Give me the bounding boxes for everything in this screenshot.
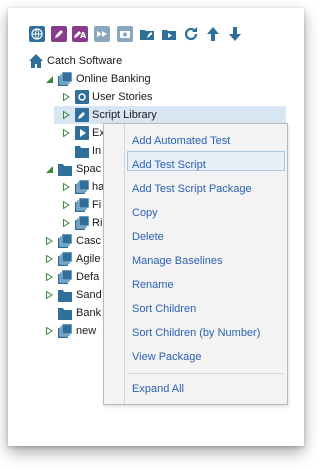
play-package-icon <box>74 125 90 141</box>
project-stack-icon <box>57 251 73 267</box>
project-stack-icon <box>57 269 73 285</box>
menu-item-copy[interactable]: Copy <box>132 203 158 223</box>
tree-node-label: Script Library <box>92 109 157 121</box>
menu-item-add-test-script[interactable]: Add Test Script <box>132 155 206 175</box>
context-menu: Add Automated Test Add Test Script Add T… <box>103 123 288 405</box>
folder-icon <box>57 287 73 303</box>
menu-item-add-automated-test[interactable]: Add Automated Test <box>132 131 230 151</box>
project-stack-icon <box>57 323 73 339</box>
project-stack-icon <box>74 215 90 231</box>
camera-package-icon <box>74 89 90 105</box>
menu-gutter <box>124 124 125 404</box>
menu-item-delete[interactable]: Delete <box>132 227 164 247</box>
project-stack-icon <box>57 71 73 87</box>
tree-node-label: Bank <box>76 307 102 319</box>
folder-icon <box>74 143 90 159</box>
tree-node-label: In <box>92 145 102 157</box>
home-icon <box>28 53 44 69</box>
menu-separator <box>127 373 284 374</box>
project-stack-icon <box>74 179 90 195</box>
collapsed-arrow-icon[interactable] <box>61 124 71 142</box>
tree-node-label: Online Banking <box>76 73 151 85</box>
project-stack-icon <box>74 197 90 213</box>
tree-node-label: Casc <box>76 235 102 247</box>
tree-node-label: Defa <box>76 271 100 283</box>
menu-item-view-package[interactable]: View Package <box>132 347 202 367</box>
tree-node-label: User Stories <box>92 91 153 103</box>
menu-item-manage-baselines[interactable]: Manage Baselines <box>132 251 223 271</box>
project-stack-icon <box>57 233 73 249</box>
collapsed-arrow-icon[interactable] <box>61 196 71 214</box>
folder-icon <box>57 161 73 177</box>
menu-item-sort-children-by-number[interactable]: Sort Children (by Number) <box>132 323 260 343</box>
tree-node-label: Fi <box>92 199 102 211</box>
expanded-arrow-icon[interactable] <box>44 70 54 88</box>
collapsed-arrow-icon[interactable] <box>61 88 71 106</box>
collapsed-arrow-icon[interactable] <box>44 286 54 304</box>
tree-node-label: Agile <box>76 253 101 265</box>
collapsed-arrow-icon[interactable] <box>44 268 54 286</box>
collapsed-arrow-icon[interactable] <box>44 322 54 340</box>
tree-node-label: Sand <box>76 289 102 301</box>
menu-item-expand-all[interactable]: Expand All <box>132 379 184 399</box>
menu-item-add-test-script-package[interactable]: Add Test Script Package <box>132 179 252 199</box>
collapsed-arrow-icon[interactable] <box>61 214 71 232</box>
tree-node-label: Ri <box>92 217 103 229</box>
menu-item-sort-children[interactable]: Sort Children <box>132 299 196 319</box>
expanded-arrow-icon[interactable] <box>44 160 54 178</box>
collapsed-arrow-icon[interactable] <box>61 178 71 196</box>
collapsed-arrow-icon[interactable] <box>61 106 71 124</box>
menu-item-rename[interactable]: Rename <box>132 275 174 295</box>
tree-node-label: new <box>76 325 97 337</box>
script-package-icon <box>74 107 90 123</box>
folder-icon <box>57 305 73 321</box>
tree-node-label: Catch Software <box>47 55 123 67</box>
collapsed-arrow-icon[interactable] <box>44 232 54 250</box>
collapsed-arrow-icon[interactable] <box>44 250 54 268</box>
tree-node-label: Spac <box>76 163 102 175</box>
